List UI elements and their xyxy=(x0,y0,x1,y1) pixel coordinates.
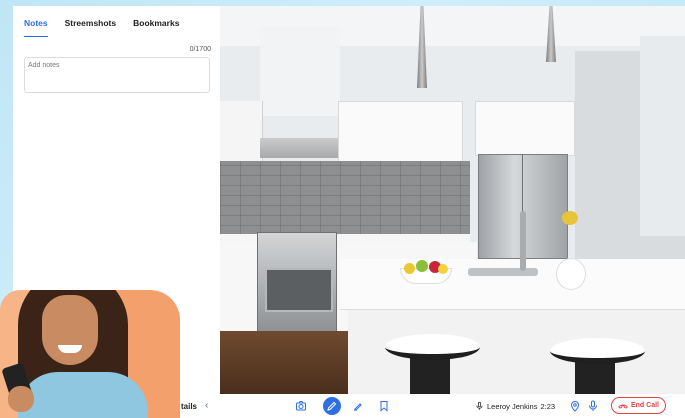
person-shirt xyxy=(18,372,148,418)
microphone-icon xyxy=(589,400,597,411)
sink xyxy=(468,268,538,276)
location-icon xyxy=(570,401,580,412)
oven-door xyxy=(265,268,333,312)
bookmark-icon xyxy=(380,401,388,412)
notes-input[interactable] xyxy=(24,57,210,93)
draw-icon xyxy=(354,403,362,411)
screenshot-button[interactable] xyxy=(292,397,310,415)
stool-left xyxy=(385,334,480,360)
details-label: tails xyxy=(181,402,198,411)
person-face xyxy=(42,295,98,365)
end-call-button[interactable]: End Call xyxy=(611,397,666,414)
tab-streemshots[interactable]: Streemshots xyxy=(65,18,117,37)
caller-info: Leeroy Jenkins 2:23 xyxy=(475,401,555,411)
tab-bookmarks[interactable]: Bookmarks xyxy=(133,18,179,37)
phone-hangup-icon xyxy=(618,404,628,409)
bookmark-button[interactable] xyxy=(375,397,393,415)
caller-name: Leeroy Jenkins xyxy=(487,401,538,411)
mute-button[interactable] xyxy=(584,397,602,415)
promo-photo xyxy=(0,290,180,418)
character-counter: 0/1700 xyxy=(189,46,211,53)
pen-icon xyxy=(327,401,337,411)
fruit-lemon xyxy=(404,263,415,274)
fruit-apple xyxy=(416,260,428,272)
vase xyxy=(556,258,586,290)
video-feed[interactable] xyxy=(220,6,685,394)
fruit-pear xyxy=(438,264,448,274)
stool-right xyxy=(550,338,645,364)
flowers xyxy=(562,211,578,225)
upper-cabinets-right xyxy=(475,101,575,156)
person-hand xyxy=(8,386,34,412)
end-call-label: End Call xyxy=(630,402,659,409)
island-countertop xyxy=(340,259,685,310)
range-hood xyxy=(260,138,338,158)
notes-tabs: Notes Streemshots Bookmarks xyxy=(24,18,196,37)
tile-backsplash xyxy=(220,161,470,236)
camera-icon xyxy=(296,401,306,411)
hood-chimney xyxy=(260,26,340,116)
draw-tool-button[interactable] xyxy=(323,397,341,415)
collapse-panel-icon[interactable]: ‹ xyxy=(205,400,208,411)
microphone-icon xyxy=(476,401,483,410)
lower-cabinet-left xyxy=(220,242,258,332)
call-duration: 2:23 xyxy=(540,401,556,411)
wood-floor xyxy=(220,331,360,394)
tab-notes[interactable]: Notes xyxy=(24,18,48,37)
window-light xyxy=(640,36,685,236)
annotate-button[interactable] xyxy=(349,397,367,415)
location-button[interactable] xyxy=(566,397,584,415)
faucet xyxy=(520,211,526,271)
call-toolbar: Leeroy Jenkins 2:23 End Call xyxy=(220,394,685,418)
